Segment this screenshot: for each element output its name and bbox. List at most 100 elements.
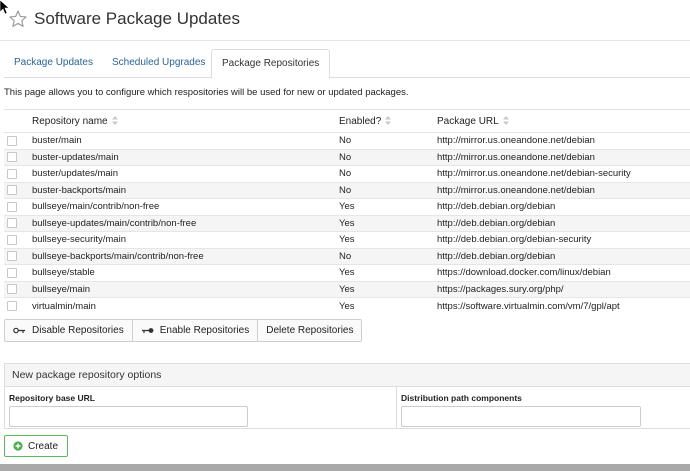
repository-name-cell: bullseye/main/contrib/non-free [28,198,339,215]
key-on-icon [141,328,154,333]
repository-name-cell: buster/updates/main [28,165,339,182]
key-off-icon [13,327,25,334]
repository-url-cell: http://mirror.us.oneandone.net/debian [437,148,690,166]
table-row: bullseye/main/contrib/non-free Yes http://… [4,198,690,215]
column-header-name-label: Repository name [32,115,108,127]
repository-name-cell: bullseye-updates/main/contrib/non-free [28,214,339,232]
column-header-url-label: Package URL [437,115,499,127]
repository-name-cell: buster/main [28,132,339,149]
repository-url-cell: https://packages.sury.org/php/ [437,280,690,298]
repository-action-buttons: Disable Repositories Enable Repositories… [4,319,363,342]
row-checkbox[interactable] [7,152,17,163]
repository-base-url-input[interactable] [9,406,248,427]
row-checkbox[interactable] [7,251,17,262]
row-checkbox[interactable] [7,267,17,278]
repository-name-cell: bullseye-backports/main/contrib/non-free [28,247,339,265]
table-row: bullseye-security/main Yes http://deb.debi… [4,231,690,248]
repository-url-cell: http://mirror.us.oneandone.net/debian [437,181,690,199]
disable-repositories-label: Disable Repositories [32,325,124,336]
row-select-cell [4,264,28,281]
sort-icon[interactable] [502,116,509,126]
repository-url-cell: http://deb.debian.org/debian [437,198,690,215]
tab-package-updates[interactable]: Package Updates [4,49,103,78]
distribution-path-label: Distribution path components [401,393,522,403]
repository-enabled-cell: Yes [339,231,437,248]
repository-enabled-cell: No [339,165,437,182]
sort-icon[interactable] [111,116,118,126]
repository-url-cell: http://deb.debian.org/debian [437,214,690,232]
repository-url-cell: http://deb.debian.org/debian [437,247,690,265]
row-select-cell [4,148,28,166]
row-checkbox[interactable] [7,300,17,311]
title-divider [0,40,690,41]
tab-package-repositories[interactable]: Package Repositories [211,49,331,79]
delete-repositories-button[interactable]: Delete Repositories [257,319,363,342]
column-header-url[interactable]: Package URL [437,109,690,133]
repository-enabled-cell: Yes [339,198,437,215]
row-select-cell [4,181,28,199]
row-select-cell [4,198,28,215]
select-column-header [4,109,28,133]
repository-base-url-label: Repository base URL [9,393,95,403]
repository-enabled-cell: Yes [339,214,437,232]
repository-name-cell: buster-updates/main [28,148,339,166]
column-header-enabled[interactable]: Enabled? [339,109,437,133]
tab-bar: Package Updates Scheduled Upgrades Packa… [4,49,690,79]
repository-enabled-cell: Yes [339,264,437,281]
repository-enabled-cell: Yes [339,280,437,298]
row-checkbox[interactable] [7,201,17,212]
star-outline-icon[interactable] [8,9,28,29]
repository-url-cell: http://mirror.us.oneandone.net/debian-se… [437,165,690,182]
repository-url-cell: http://mirror.us.oneandone.net/debian [437,132,690,149]
plus-circle-icon [13,441,23,451]
repository-name-cell: bullseye/main [28,280,339,298]
row-select-cell [4,165,28,182]
table-row: buster-backports/main No http://mirror.us.… [4,181,690,199]
row-select-cell [4,214,28,232]
create-label: Create [28,440,59,452]
intro-text: This page allows you to configure which … [4,87,409,98]
repository-enabled-cell: No [339,148,437,166]
distribution-path-input[interactable] [401,406,641,427]
repositories-table: Repository name Enabled? Package URL bus… [4,109,690,314]
sort-icon[interactable] [385,116,392,126]
repository-name-cell: bullseye-security/main [28,231,339,248]
delete-repositories-label: Delete Repositories [266,325,354,336]
row-checkbox[interactable] [7,135,17,146]
tab-scheduled-upgrades[interactable]: Scheduled Upgrades [102,49,215,78]
bottom-scrollbar[interactable] [0,464,690,471]
row-checkbox[interactable] [7,218,17,229]
table-row: virtualmin/main Yes https://software.virtu… [4,297,690,314]
row-checkbox[interactable] [7,284,17,295]
row-checkbox[interactable] [7,234,17,245]
create-button[interactable]: Create [4,435,69,457]
repository-enabled-cell: No [339,132,437,149]
repository-enabled-cell: Yes [339,297,437,314]
repository-name-cell: buster-backports/main [28,181,339,199]
table-row: buster-updates/main No http://mirror.us.on… [4,148,690,166]
row-checkbox[interactable] [7,168,17,179]
row-checkbox[interactable] [7,185,17,196]
row-select-cell [4,132,28,149]
repository-name-cell: virtualmin/main [28,297,339,314]
table-row: buster/main No http://mirror.us.oneandone.… [4,132,690,149]
row-select-cell [4,297,28,314]
column-header-name[interactable]: Repository name [28,109,339,133]
enable-repositories-label: Enable Repositories [159,325,250,336]
repository-enabled-cell: No [339,247,437,265]
title-row: Software Package Updates [8,6,240,32]
panel-column-divider [396,387,397,429]
row-select-cell [4,280,28,298]
new-repository-heading: New package repository options [5,364,690,387]
new-repository-panel: New package repository options Repositor… [4,363,690,429]
table-row: bullseye-updates/main/contrib/non-free Ye… [4,214,690,232]
table-row: bullseye/main Yes https://packages.sury.or… [4,280,690,298]
row-select-cell [4,231,28,248]
enable-repositories-button[interactable]: Enable Repositories [131,319,259,342]
repository-url-cell: https://download.docker.com/linux/debian [437,264,690,281]
table-header-row: Repository name Enabled? Package URL [4,109,690,133]
repository-url-cell: http://deb.debian.org/debian-security [437,231,690,248]
table-row: bullseye/stable Yes https://download.docke… [4,264,690,281]
disable-repositories-button[interactable]: Disable Repositories [4,319,133,342]
table-row: buster/updates/main No http://mirror.us.on… [4,165,690,182]
